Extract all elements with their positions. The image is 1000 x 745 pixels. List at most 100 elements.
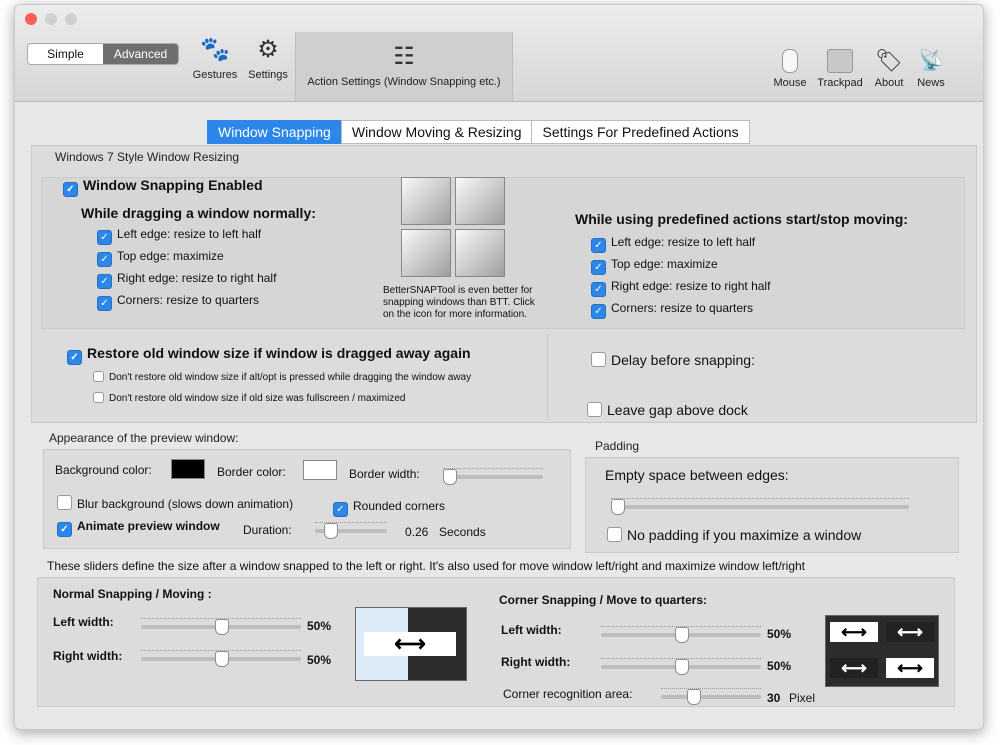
no-padding-label: No padding if you maximize a window — [627, 527, 862, 543]
checkmark-icon: ✓ — [591, 304, 606, 319]
gestures-label: Gestures — [192, 69, 238, 81]
border-width-label: Border width: — [349, 467, 420, 481]
trackpad-label: Trackpad — [817, 77, 863, 89]
tab-predefined-actions[interactable]: Settings For Predefined Actions — [531, 120, 750, 144]
delay-snapping-checkbox[interactable]: Delay before snapping: — [591, 352, 755, 368]
mode-segmented-control[interactable]: Simple Advanced — [27, 43, 179, 65]
half-split-preview-image: ⟷ — [355, 607, 467, 681]
delay-snapping-label: Delay before snapping: — [611, 352, 755, 368]
corner-right-width-value: 50% — [767, 659, 792, 673]
tab-window-snapping[interactable]: Window Snapping — [207, 120, 342, 144]
restore-fullscreen-checkbox[interactable]: Don't restore old window size if old siz… — [93, 392, 405, 404]
pre-right-edge-checkbox[interactable]: ✓ Right edge: resize to right half — [591, 279, 770, 297]
pre-top-edge-label: Top edge: maximize — [611, 257, 718, 271]
paw-icon: 🐾 — [200, 36, 230, 63]
double-arrow-icon: ⟷ — [830, 658, 878, 678]
padding-group-title: Padding — [595, 439, 640, 453]
corner-left-width-slider[interactable] — [601, 626, 761, 643]
about-toolbar-item[interactable]: 🏷 About — [867, 49, 911, 90]
normal-right-width-value: 50% — [307, 653, 332, 667]
border-width-slider[interactable] — [443, 468, 543, 485]
zoom-window-button[interactable] — [65, 13, 77, 25]
close-window-button[interactable] — [25, 13, 37, 25]
snapping-enabled-label: Window Snapping Enabled — [83, 177, 263, 193]
animate-preview-checkbox[interactable]: ✓ Animate preview window — [57, 519, 220, 537]
double-arrow-icon: ⟷ — [830, 622, 878, 642]
snapping-enabled-checkbox[interactable]: ✓ Window Snapping Enabled — [63, 177, 263, 197]
win7-group-title: Windows 7 Style Window Resizing — [55, 150, 240, 164]
corner-recognition-unit: Pixel — [789, 691, 816, 705]
padding-slider[interactable] — [611, 498, 909, 515]
drag-corners-checkbox[interactable]: ✓ Corners: resize to quarters — [97, 293, 259, 311]
bg-color-well[interactable] — [171, 459, 205, 479]
slider-knob[interactable] — [443, 469, 457, 485]
mouse-toolbar-item[interactable]: Mouse — [767, 49, 813, 89]
slider-knob[interactable] — [611, 499, 625, 515]
corner-right-width-slider[interactable] — [601, 658, 761, 675]
minimize-window-button[interactable] — [45, 13, 57, 25]
restore-size-checkbox[interactable]: ✓ Restore old window size if window is dr… — [67, 345, 471, 365]
slider-knob[interactable] — [324, 523, 338, 539]
action-settings-label: Action Settings (Window Snapping etc.) — [307, 76, 501, 88]
empty-space-label: Empty space between edges: — [605, 467, 789, 483]
normal-right-width-slider[interactable] — [141, 650, 301, 667]
simple-mode-button[interactable]: Simple — [28, 44, 103, 64]
sliders-icon: ☷ — [393, 43, 415, 70]
trackpad-icon — [827, 49, 853, 73]
no-padding-checkbox[interactable]: No padding if you maximize a window — [607, 527, 861, 543]
rounded-corners-checkbox[interactable]: ✓ Rounded corners — [333, 499, 445, 517]
bettersnaptool-logo-icon[interactable] — [399, 175, 509, 279]
restore-alt-checkbox[interactable]: Don't restore old window size if alt/opt… — [93, 371, 471, 383]
pre-top-edge-checkbox[interactable]: ✓ Top edge: maximize — [591, 257, 718, 275]
checkmark-icon: ✓ — [591, 282, 606, 297]
mouse-icon — [782, 49, 798, 73]
slider-knob[interactable] — [675, 627, 689, 643]
pre-left-edge-label: Left edge: resize to left half — [611, 235, 756, 249]
checkmark-icon: ✓ — [63, 182, 78, 197]
restore-fullscreen-label: Don't restore old window size if old siz… — [109, 393, 406, 404]
checkmark-icon: ✓ — [97, 230, 112, 245]
checkbox-icon — [587, 402, 602, 417]
drag-left-edge-checkbox[interactable]: ✓ Left edge: resize to left half — [97, 227, 261, 245]
checkmark-icon: ✓ — [591, 260, 606, 275]
pre-left-edge-checkbox[interactable]: ✓ Left edge: resize to left half — [591, 235, 755, 253]
border-color-well[interactable] — [303, 460, 337, 480]
normal-left-width-slider[interactable] — [141, 618, 301, 635]
normal-left-width-label: Left width: — [53, 615, 114, 629]
app-window: Simple Advanced 🐾 Gestures ⚙ Settings ☷ … — [14, 4, 984, 730]
news-toolbar-item[interactable]: 📡 News — [911, 49, 951, 89]
slider-knob[interactable] — [687, 689, 701, 705]
drag-corners-label: Corners: resize to quarters — [117, 293, 260, 307]
normal-snapping-heading: Normal Snapping / Moving : — [53, 587, 212, 601]
advanced-mode-button[interactable]: Advanced — [103, 44, 178, 64]
mouse-label: Mouse — [773, 77, 807, 89]
slider-knob[interactable] — [215, 619, 229, 635]
vertical-divider — [547, 335, 548, 417]
tab-window-moving-resizing[interactable]: Window Moving & Resizing — [340, 120, 533, 144]
blur-bg-checkbox[interactable]: Blur background (slows down animation) — [57, 495, 293, 511]
gap-dock-checkbox[interactable]: Leave gap above dock — [587, 402, 748, 418]
sizes-description: These sliders define the size after a wi… — [47, 559, 805, 573]
double-arrow-icon: ⟷ — [886, 622, 934, 642]
checkbox-icon — [93, 371, 104, 382]
pre-corners-checkbox[interactable]: ✓ Corners: resize to quarters — [591, 301, 753, 319]
drag-top-edge-checkbox[interactable]: ✓ Top edge: maximize — [97, 249, 224, 267]
checkmark-icon: ✓ — [97, 252, 112, 267]
settings-label: Settings — [248, 69, 288, 81]
duration-slider[interactable] — [315, 522, 387, 539]
corner-recognition-slider[interactable] — [661, 688, 761, 705]
action-settings-toolbar-item[interactable]: ☷ Action Settings (Window Snapping etc.) — [295, 32, 513, 101]
bg-color-label: Background color: — [55, 463, 152, 477]
drag-left-edge-label: Left edge: resize to left half — [117, 227, 262, 241]
slider-knob[interactable] — [215, 651, 229, 667]
news-label: News — [917, 77, 945, 89]
gestures-toolbar-item[interactable]: 🐾 Gestures — [187, 35, 243, 81]
gear-icon: ⚙ — [257, 36, 279, 63]
drag-right-edge-checkbox[interactable]: ✓ Right edge: resize to right half — [97, 271, 276, 289]
double-arrow-icon: ⟷ — [364, 632, 456, 656]
pre-right-edge-label: Right edge: resize to right half — [611, 279, 771, 293]
dragging-heading: While dragging a window normally: — [81, 205, 316, 221]
slider-knob[interactable] — [675, 659, 689, 675]
settings-toolbar-item[interactable]: ⚙ Settings — [243, 35, 293, 81]
trackpad-toolbar-item[interactable]: Trackpad — [813, 49, 867, 89]
